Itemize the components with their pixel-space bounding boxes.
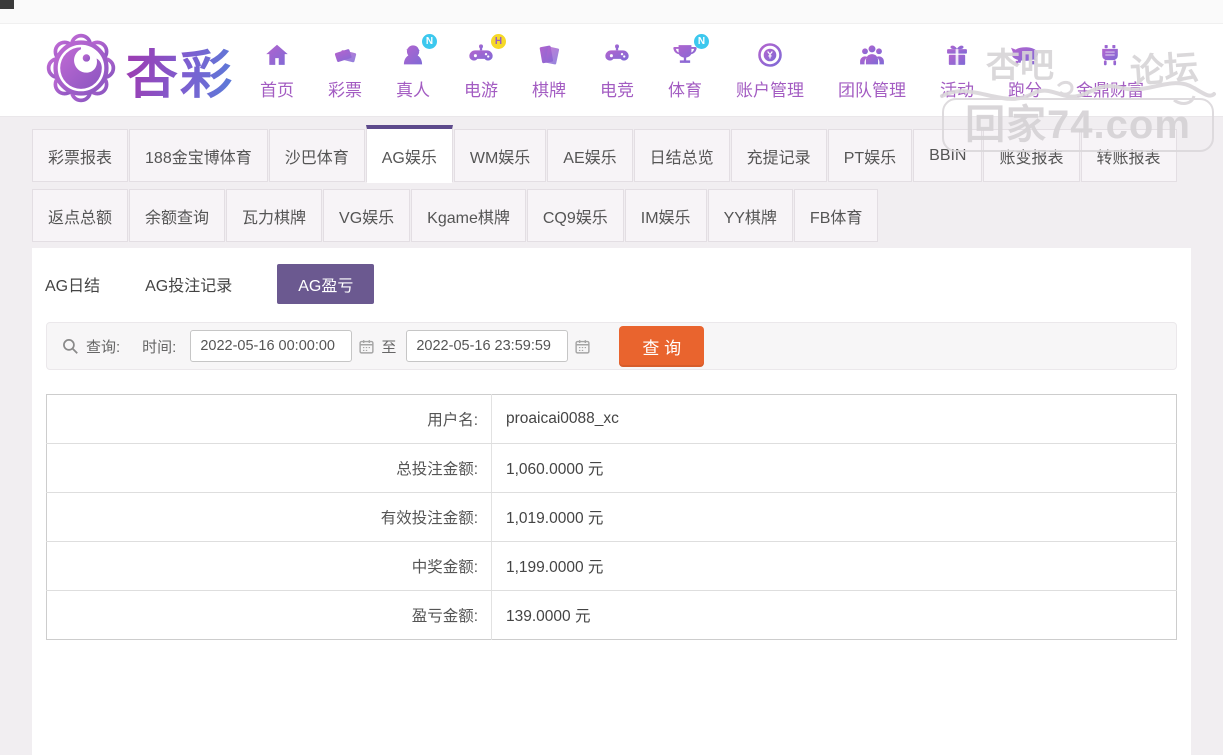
row-value: 1,019.0000 元 xyxy=(491,492,1177,542)
subtab-ag-profit-loss[interactable]: AG盈亏 xyxy=(277,264,375,304)
tab-deposit-withdraw-records[interactable]: 充提记录 xyxy=(730,129,827,182)
subtab-ag-daily[interactable]: AG日结 xyxy=(45,264,100,304)
esports-gamepad-icon xyxy=(602,39,632,71)
row-label: 有效投注金额: xyxy=(46,492,492,542)
tab-cq9-entertainment[interactable]: CQ9娱乐 xyxy=(526,189,624,242)
hot-badge: H xyxy=(491,34,507,49)
nav-lottery[interactable]: 彩票 xyxy=(328,39,362,101)
tab-fb-sport[interactable]: FB体育 xyxy=(793,189,879,242)
to-separator: 至 xyxy=(381,338,397,356)
row-label: 盈亏金额: xyxy=(46,590,492,640)
nav-team-management[interactable]: 团队管理 xyxy=(838,39,906,101)
gamepad-icon: H xyxy=(466,34,507,71)
row-value: proaicai0088_xc xyxy=(491,394,1177,444)
subtab-ag-bet-records[interactable]: AG投注记录 xyxy=(145,264,232,304)
ding-cauldron-icon xyxy=(1096,39,1124,71)
row-label: 中奖金额: xyxy=(46,541,492,591)
tab-account-change-report[interactable]: 账变报表 xyxy=(983,129,1080,182)
row-label: 总投注金额: xyxy=(46,443,492,493)
tab-vg-entertainment[interactable]: VG娱乐 xyxy=(323,189,411,242)
search-icon xyxy=(61,337,80,356)
tab-pt-entertainment[interactable]: PT娱乐 xyxy=(827,129,913,182)
tab-daily-summary[interactable]: 日结总览 xyxy=(633,129,730,182)
row-username: 用户名: proaicai0088_xc xyxy=(46,394,1177,444)
report-tabs-row-1: 彩票报表 188金宝博体育 沙巴体育 AG娱乐 WM娱乐 AE娱乐 日结总览 充… xyxy=(32,125,1191,183)
tab-kgame-board-games[interactable]: Kgame棋牌 xyxy=(411,189,526,242)
tab-im-entertainment[interactable]: IM娱乐 xyxy=(624,189,707,242)
content-panel: AG日结 AG投注记录 AG盈亏 查询: 时间: 至 查 询 xyxy=(32,248,1191,755)
lottery-tickets-icon xyxy=(331,39,359,71)
tab-ag-entertainment[interactable]: AG娱乐 xyxy=(365,125,453,183)
report-tabs-row-2: 返点总额 余额查询 瓦力棋牌 VG娱乐 Kgame棋牌 CQ9娱乐 IM娱乐 Y… xyxy=(32,189,1191,242)
account-coin-icon xyxy=(756,39,784,71)
tab-bbin[interactable]: BBIN xyxy=(913,129,983,182)
live-person-icon: N xyxy=(399,34,438,71)
nav-jinding-wealth[interactable]: 金鼎财富 xyxy=(1076,39,1144,101)
browser-top-strip xyxy=(0,0,1223,24)
nav-sports[interactable]: N 体育 xyxy=(668,34,710,101)
home-icon xyxy=(263,39,291,71)
logo-text: 杏彩 xyxy=(126,33,234,108)
tab-ae-entertainment[interactable]: AE娱乐 xyxy=(547,129,633,182)
tab-wali-board-games[interactable]: 瓦力棋牌 xyxy=(226,189,323,242)
team-people-icon xyxy=(857,39,887,71)
main-nav: 首页 彩票 N 真人 H 电游 棋牌 电竞 N 体育 账户管理 团队管理 活动 … xyxy=(260,34,1144,101)
site-header: 杏彩 首页 彩票 N 真人 H 电游 棋牌 电竞 N 体育 账户管理 团队管理 … xyxy=(0,24,1223,117)
tab-lottery-report[interactable]: 彩票报表 xyxy=(32,129,129,182)
row-label: 用户名: xyxy=(46,394,492,444)
row-value: 1,199.0000 元 xyxy=(491,541,1177,591)
tab-shaba-sport[interactable]: 沙巴体育 xyxy=(268,129,365,182)
site-logo[interactable]: 杏彩 xyxy=(44,31,234,110)
rhino-icon xyxy=(1008,39,1042,71)
nav-paofen[interactable]: 跑分 xyxy=(1008,39,1042,101)
row-value: 139.0000 元 xyxy=(506,608,591,625)
page: 杏彩 首页 彩票 N 真人 H 电游 棋牌 电竞 N 体育 账户管理 团队管理 … xyxy=(0,0,1223,755)
nav-esports[interactable]: 电竞 xyxy=(600,39,634,101)
tab-188-jinbaobo-sport[interactable]: 188金宝博体育 xyxy=(129,129,268,182)
time-label: 时间: xyxy=(142,338,177,356)
date-to-input[interactable] xyxy=(406,330,569,362)
nav-live-casino[interactable]: N 真人 xyxy=(396,34,438,101)
nav-board-games[interactable]: 棋牌 xyxy=(532,39,566,101)
query-button[interactable]: 查 询 xyxy=(619,325,705,367)
cards-icon xyxy=(535,39,563,71)
nav-egames[interactable]: H 电游 xyxy=(464,34,507,101)
calendar-icon[interactable] xyxy=(358,338,375,355)
ag-profit-loss-table: 用户名: proaicai0088_xc 总投注金额: 1,060.0000 元… xyxy=(46,394,1177,640)
calendar-icon[interactable] xyxy=(574,338,591,355)
trophy-icon: N xyxy=(671,34,710,71)
ag-subtabs: AG日结 AG投注记录 AG盈亏 xyxy=(45,260,1178,318)
new-badge: N xyxy=(422,34,438,49)
search-bar: 查询: 时间: 至 查 询 xyxy=(46,322,1177,370)
tab-balance-query[interactable]: 余额查询 xyxy=(129,189,226,242)
row-valid-bet-amount: 有效投注金额: 1,019.0000 元 xyxy=(46,492,1177,542)
nav-activities[interactable]: 活动 xyxy=(940,39,974,101)
tab-wm-entertainment[interactable]: WM娱乐 xyxy=(453,129,547,182)
new-badge: N xyxy=(694,34,710,49)
gift-icon xyxy=(943,39,971,71)
logo-emblem-icon xyxy=(44,31,118,110)
date-from-input[interactable] xyxy=(190,330,353,362)
main-content: 彩票报表 188金宝博体育 沙巴体育 AG娱乐 WM娱乐 AE娱乐 日结总览 充… xyxy=(0,117,1223,755)
row-profit-loss-amount: 盈亏金额: 139.0000 元 xyxy=(46,590,1177,640)
tab-rebate-total[interactable]: 返点总额 xyxy=(32,189,129,242)
tab-yy-board-games[interactable]: YY棋牌 xyxy=(707,189,793,242)
nav-account-management[interactable]: 账户管理 xyxy=(736,39,804,101)
row-win-amount: 中奖金额: 1,199.0000 元 xyxy=(46,541,1177,591)
row-value: 1,060.0000 元 xyxy=(491,443,1177,493)
query-label: 查询: xyxy=(86,338,121,356)
nav-home[interactable]: 首页 xyxy=(260,39,294,101)
corner-artifact xyxy=(0,0,14,9)
tab-transfer-report[interactable]: 转账报表 xyxy=(1080,129,1177,182)
row-total-bet-amount: 总投注金额: 1,060.0000 元 xyxy=(46,443,1177,493)
